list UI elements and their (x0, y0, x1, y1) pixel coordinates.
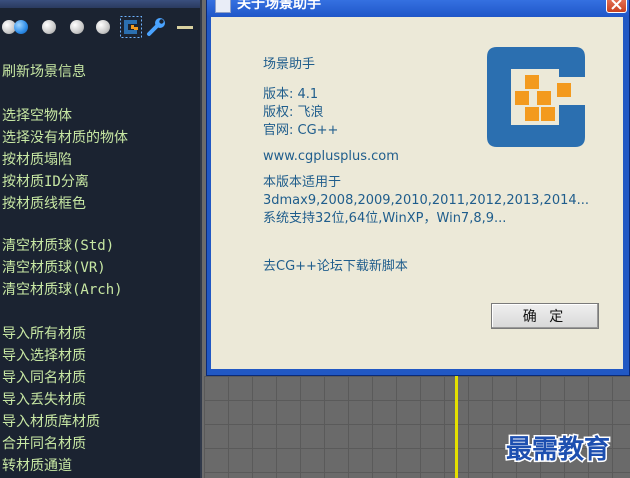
menu-item-wireframe-color[interactable]: 按材质线框色 (2, 194, 86, 214)
dialog-body: 场景助手 版本: 4.1 版权: 飞浪 官网: CG++ www.cgplusp… (211, 17, 623, 369)
ok-button[interactable]: 确 定 (491, 303, 599, 329)
menu-item-select-no-material[interactable]: 选择没有材质的物体 (2, 128, 128, 148)
menu-item-clear-arch[interactable]: 清空材质球(Arch) (2, 280, 123, 300)
menu-item-import-missing[interactable]: 导入丢失材质 (2, 390, 86, 410)
svg-text:最需教育: 最需教育 (506, 434, 610, 465)
menu-item-select-empty[interactable]: 选择空物体 (2, 106, 72, 126)
dialog-title: 关于场景助手 (237, 0, 321, 12)
menu-item-refresh-scene[interactable]: 刷新场景信息 (2, 62, 86, 82)
copyright-text: 版权: 飞浪 (263, 105, 324, 120)
compat-os: 系统支持32位,64位,WinXP，Win7,8,9... (263, 211, 507, 226)
website-url[interactable]: www.cgplusplus.com (263, 149, 399, 165)
app-name: 场景助手 (263, 57, 316, 72)
menu-item-import-same-name[interactable]: 导入同名材质 (2, 368, 86, 388)
script-panel: 刷新场景信息 选择空物体 选择没有材质的物体 按材质塌陷 按材质ID分离 按材质… (0, 0, 202, 478)
menu-item-detach-by-id[interactable]: 按材质ID分离 (2, 172, 89, 192)
version-text: 版本: 4.1 (263, 87, 319, 102)
cg-logo (487, 47, 585, 147)
compat-heading: 本版本适用于 (263, 175, 342, 190)
compat-max-versions: 3dmax9,2008,2009,2010,2011,2012,2013,201… (263, 193, 590, 208)
about-dialog: 关于场景助手 场景助手 版本: 4.1 版权: 飞浪 官网: CG++ www.… (206, 0, 630, 376)
panel-titlebar[interactable] (0, 0, 200, 8)
cg-logo-icon[interactable] (120, 16, 142, 38)
menu-item-import-library[interactable]: 导入材质库材质 (2, 412, 100, 432)
download-link[interactable]: 去CG++论坛下载新脚本 (263, 259, 408, 275)
panel-toolbar (0, 8, 200, 44)
website-label: 官网: CG++ (263, 123, 339, 138)
close-button[interactable] (606, 0, 627, 13)
close-icon (611, 0, 622, 10)
minimize-icon[interactable] (174, 16, 196, 38)
desktop-screen: 刷新场景信息 选择空物体 选择没有材质的物体 按材质塌陷 按材质ID分离 按材质… (0, 0, 630, 478)
menu-item-import-selected[interactable]: 导入选择材质 (2, 346, 86, 366)
menu-item-clear-std[interactable]: 清空材质球(Std) (2, 236, 114, 256)
menu-item-merge-same-name[interactable]: 合并同名材质 (2, 434, 86, 454)
menu-item-collapse-by-material[interactable]: 按材质塌陷 (2, 150, 72, 170)
watermark-logo: 最需教育 (504, 428, 624, 468)
blue-dot-icon[interactable] (14, 20, 28, 34)
white-dot-icon[interactable] (42, 20, 56, 34)
menu-item-import-all[interactable]: 导入所有材质 (2, 324, 86, 344)
wrench-icon[interactable] (146, 16, 168, 38)
white-dot-icon[interactable] (96, 20, 110, 34)
white-dot-icon[interactable] (70, 20, 84, 34)
dialog-titlebar[interactable]: 关于场景助手 (207, 0, 629, 17)
window-icon (215, 0, 231, 13)
menu-item-convert-channel[interactable]: 转材质通道 (2, 456, 72, 476)
menu-item-clear-vr[interactable]: 清空材质球(VR) (2, 258, 106, 278)
active-viewport-border (455, 376, 458, 478)
